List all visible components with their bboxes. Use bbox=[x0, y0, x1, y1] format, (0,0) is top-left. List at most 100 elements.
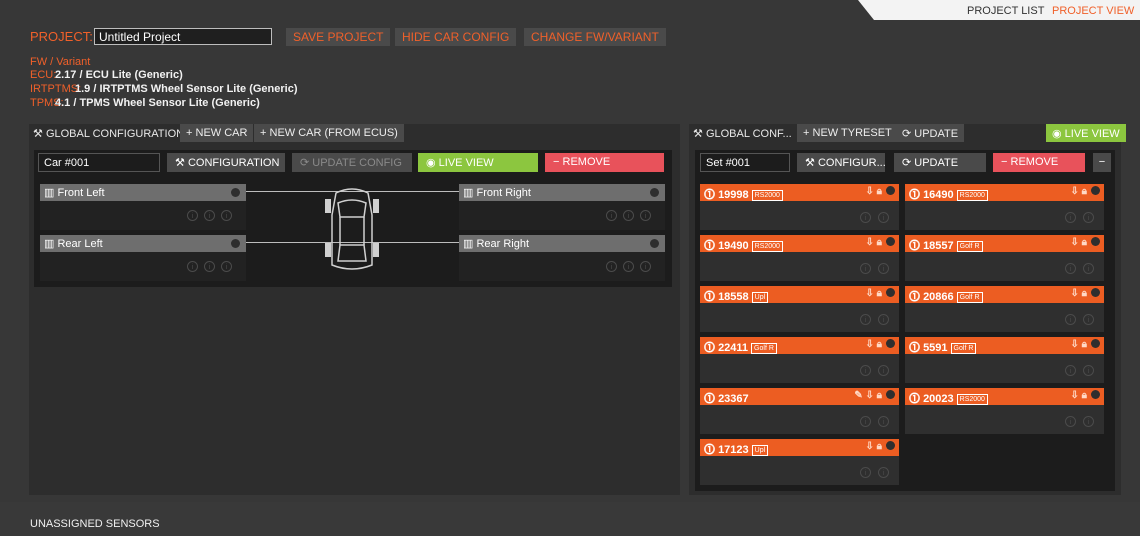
tyre-card[interactable]: ⓵ 19490 RS2000 ⇩ 🔒︎ i i bbox=[700, 235, 899, 281]
update-tyres-button[interactable]: ⟳ UPDATE bbox=[896, 124, 965, 142]
wheel-front-left[interactable]: ▥ Front Left i i i bbox=[40, 184, 246, 230]
info-icon: i bbox=[860, 416, 871, 427]
lock-icon[interactable]: 🔒︎ bbox=[877, 186, 882, 197]
info-icon: i bbox=[606, 261, 617, 272]
pin-icon[interactable]: ⇩ bbox=[866, 339, 874, 350]
sensor-icon: ▥ bbox=[463, 238, 474, 250]
nav-project-list[interactable]: PROJECT LIST bbox=[967, 5, 1044, 17]
tyre-card[interactable]: ⓵ 18557 Golf R ⇩ 🔒︎ i i bbox=[905, 235, 1104, 281]
collapse-button[interactable]: − bbox=[1093, 153, 1111, 172]
tyre-card[interactable]: ⓵ 16490 RS2000 ⇩ 🔒︎ i i bbox=[905, 184, 1104, 230]
tyre-card[interactable]: ⓵ 22411 Golf R ⇩ 🔒︎ i i bbox=[700, 337, 899, 383]
lock-icon[interactable]: 🔒︎ bbox=[1082, 339, 1087, 350]
tyre-card[interactable]: ⓵ 5591 Golf R ⇩ 🔒︎ i i bbox=[905, 337, 1104, 383]
change-fw-variant-button[interactable]: CHANGE FW/VARIANT bbox=[524, 28, 666, 46]
new-car-button[interactable]: + NEW CAR bbox=[180, 124, 254, 142]
tyre-card[interactable]: ⓵ 17123 Upl ⇩ 🔒︎ i i bbox=[700, 439, 899, 485]
status-dot bbox=[886, 186, 895, 195]
tyre-icon: ⓵ bbox=[704, 444, 715, 456]
lock-icon[interactable]: 🔒︎ bbox=[877, 390, 882, 401]
hide-car-config-button[interactable]: HIDE CAR CONFIG bbox=[395, 28, 517, 46]
pin-icon[interactable]: ⇩ bbox=[866, 288, 874, 299]
minus-icon: − bbox=[553, 156, 560, 168]
tyre-global-config-title[interactable]: ⚒ GLOBAL CONF... bbox=[693, 127, 792, 145]
tyre-tag: RS2000 bbox=[751, 190, 783, 201]
tyre-live-view-button[interactable]: ◉ LIVE VIEW bbox=[1046, 124, 1126, 142]
save-project-button[interactable]: SAVE PROJECT bbox=[286, 28, 391, 46]
tyre-id: 20866 bbox=[923, 291, 954, 303]
pin-icon[interactable]: ⇩ bbox=[866, 441, 874, 452]
lock-icon[interactable]: 🔒︎ bbox=[877, 237, 882, 248]
sensor-icon: ▥ bbox=[44, 187, 55, 199]
info-icon: i bbox=[860, 365, 871, 376]
pin-icon[interactable]: ⇩ bbox=[1071, 186, 1079, 197]
update-config-button[interactable]: ⟳ UPDATE CONFIG bbox=[292, 153, 412, 172]
lock-icon[interactable]: 🔒︎ bbox=[1082, 237, 1087, 248]
car-diagram bbox=[322, 185, 382, 275]
info-icon: i bbox=[640, 210, 651, 221]
tyre-card[interactable]: ⓵ 18558 Upl ⇩ 🔒︎ i i bbox=[700, 286, 899, 332]
wheel-rear-right[interactable]: ▥ Rear Right i i i bbox=[459, 235, 665, 281]
lock-icon[interactable]: 🔒︎ bbox=[1082, 186, 1087, 197]
info-icon: i bbox=[878, 365, 889, 376]
wheel-rear-left[interactable]: ▥ Rear Left i i i bbox=[40, 235, 246, 281]
sensor-icon: ▥ bbox=[463, 187, 474, 199]
tyre-header: ⓵ 17123 Upl ⇩ 🔒︎ bbox=[700, 439, 899, 456]
wheel-label: Rear Right bbox=[476, 238, 530, 250]
info-icon: i bbox=[221, 210, 232, 221]
project-name-input[interactable] bbox=[94, 28, 272, 45]
pin-icon[interactable]: ⇩ bbox=[866, 390, 874, 401]
pin-icon[interactable]: ⇩ bbox=[1071, 288, 1079, 299]
configuration-button[interactable]: ⚒ CONFIGURATION bbox=[167, 153, 285, 172]
tyre-id: 20023 bbox=[923, 393, 954, 405]
lock-icon[interactable]: 🔒︎ bbox=[1082, 390, 1087, 401]
tyre-tag: Upl bbox=[751, 445, 769, 456]
status-dot bbox=[886, 237, 895, 246]
pin-icon[interactable]: ⇩ bbox=[866, 186, 874, 197]
global-config-title[interactable]: ⚒ GLOBAL CONFIGURATION bbox=[33, 127, 184, 145]
tyreset-remove-button[interactable]: − REMOVE bbox=[993, 153, 1085, 172]
lock-icon[interactable]: 🔒︎ bbox=[877, 288, 882, 299]
configure-label: CONFIGUR... bbox=[817, 157, 886, 169]
tyre-card[interactable]: ⓵ 19998 RS2000 ⇩ 🔒︎ i i bbox=[700, 184, 899, 230]
update-config-label: UPDATE CONFIG bbox=[312, 157, 402, 169]
car-name-input[interactable] bbox=[38, 153, 160, 172]
tyre-tag: RS2000 bbox=[956, 190, 988, 201]
info-icon: i bbox=[878, 467, 889, 478]
pin-icon[interactable]: ⇩ bbox=[1071, 390, 1079, 401]
car-icon bbox=[325, 188, 379, 270]
lock-icon[interactable]: 🔒︎ bbox=[877, 339, 882, 350]
tyre-card[interactable]: ⓵ 23367 ✎ ⇩ 🔒︎ i i bbox=[700, 388, 899, 434]
remove-car-button[interactable]: − REMOVE bbox=[545, 153, 664, 172]
tyre-id: 5591 bbox=[923, 342, 948, 354]
eye-icon: ◉ bbox=[426, 157, 436, 169]
tyre-icon: ⓵ bbox=[704, 240, 715, 252]
new-tyreset-button[interactable]: + NEW TYRESET bbox=[797, 124, 898, 142]
live-view-button[interactable]: ◉ LIVE VIEW bbox=[418, 153, 538, 172]
tyreset-update-button[interactable]: ⟳ UPDATE bbox=[894, 153, 986, 172]
new-car-from-ecus-button[interactable]: + NEW CAR (FROM ECUS) bbox=[254, 124, 404, 142]
wrench-icon: ⚒ bbox=[33, 128, 43, 140]
info-icon: i bbox=[1065, 314, 1076, 325]
tyre-icon: ⓵ bbox=[909, 291, 920, 303]
lock-icon[interactable]: 🔒︎ bbox=[1082, 288, 1087, 299]
pin-icon[interactable]: ⇩ bbox=[1071, 237, 1079, 248]
nav-project-view[interactable]: PROJECT VIEW bbox=[1052, 5, 1134, 17]
info-icon: i bbox=[187, 261, 198, 272]
fw-row-irtptms: IRTPTMS: 1.9 / IRTPTMS Wheel Sensor Lite… bbox=[30, 83, 330, 95]
info-icon: i bbox=[623, 261, 634, 272]
tyre-actions: ⇩ 🔒︎ bbox=[1071, 237, 1100, 248]
tyre-card[interactable]: ⓵ 20023 RS2000 ⇩ 🔒︎ i i bbox=[905, 388, 1104, 434]
tyreset-configure-button[interactable]: ⚒ CONFIGUR... bbox=[797, 153, 886, 172]
fw-row-tpms: TPMS: 4.1 / TPMS Wheel Sensor Lite (Gene… bbox=[30, 97, 290, 109]
tyre-tag: RS2000 bbox=[956, 394, 988, 405]
info-icon: i bbox=[860, 314, 871, 325]
tyre-icon: ⓵ bbox=[909, 393, 920, 405]
wheel-front-right[interactable]: ▥ Front Right i i i bbox=[459, 184, 665, 230]
pin-icon[interactable]: ⇩ bbox=[1071, 339, 1079, 350]
pin-icon[interactable]: ⇩ bbox=[866, 237, 874, 248]
lock-icon[interactable]: 🔒︎ bbox=[877, 441, 882, 452]
tyre-card[interactable]: ⓵ 20866 Golf R ⇩ 🔒︎ i i bbox=[905, 286, 1104, 332]
tyreset-name-input[interactable] bbox=[700, 153, 790, 172]
tyre-tag: Upl bbox=[751, 292, 769, 303]
